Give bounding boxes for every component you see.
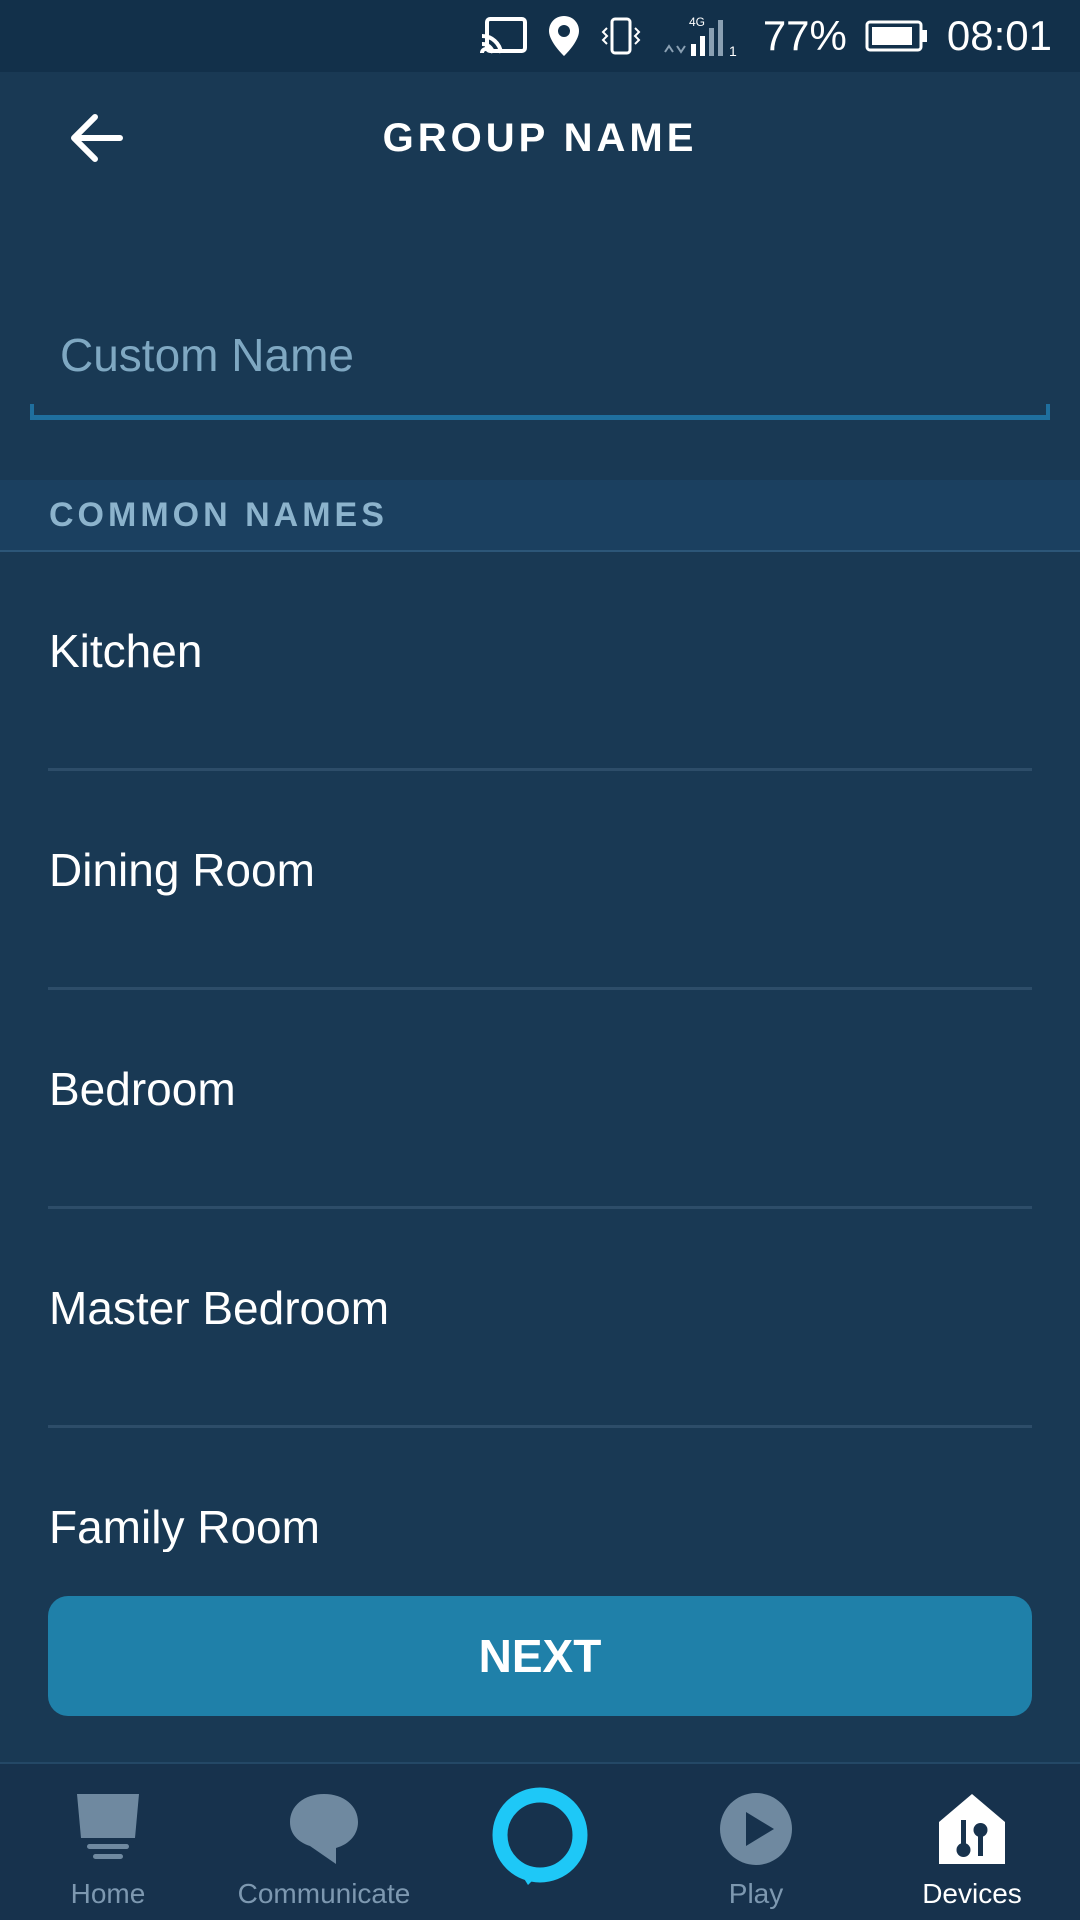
network-type-label: 4G [689, 15, 705, 29]
location-icon [547, 14, 581, 58]
cast-icon [479, 16, 529, 56]
chat-bubble-icon [288, 1790, 360, 1868]
nav-item-home[interactable]: Home [0, 1764, 216, 1920]
nav-label: Devices [922, 1878, 1022, 1909]
section-title: COMMON NAMES [49, 495, 388, 534]
nav-item-communicate[interactable]: Communicate [216, 1764, 432, 1920]
list-item-kitchen[interactable]: Kitchen [48, 552, 1032, 771]
next-button[interactable]: NEXT [48, 1596, 1032, 1716]
clock: 08:01 [946, 12, 1052, 59]
nav-item-devices[interactable]: Devices [864, 1764, 1080, 1920]
nav-label: Home [70, 1878, 146, 1909]
custom-name-field [30, 300, 1050, 420]
battery-icon [865, 19, 929, 53]
list-item-bedroom[interactable]: Bedroom [48, 990, 1032, 1209]
nav-item-alexa[interactable] [432, 1764, 648, 1920]
list-item-label: Bedroom [49, 1063, 236, 1115]
custom-name-input[interactable] [30, 300, 1050, 410]
bottom-nav: Home Communicate Play Devices [0, 1762, 1080, 1920]
signal-icon: 4G 1 [661, 14, 745, 58]
list-item-dining-room[interactable]: Dining Room [48, 771, 1032, 990]
vibrate-icon [599, 16, 643, 56]
list-item-master-bedroom[interactable]: Master Bedroom [48, 1209, 1032, 1428]
nav-label: Play [728, 1878, 784, 1909]
input-underline [30, 404, 1050, 420]
alexa-ring-icon [488, 1782, 592, 1892]
nav-label: Communicate [237, 1878, 411, 1909]
devices-icon [937, 1790, 1007, 1868]
list-item-label: Master Bedroom [49, 1282, 390, 1334]
common-names-header: COMMON NAMES [0, 480, 1080, 552]
sim-slot-label: 1 [729, 43, 737, 58]
list-item-family-room[interactable]: Family Room [48, 1428, 1032, 1552]
common-names-list: Kitchen Dining Room Bedroom Master Bedro… [0, 552, 1080, 1552]
page-title: GROUP NAME [382, 115, 698, 160]
battery-percent: 77% [762, 12, 847, 59]
status-bar: 4G 1 77% 08:01 [0, 0, 1080, 72]
home-icon [73, 1790, 143, 1868]
list-item-label: Dining Room [49, 844, 315, 896]
app-header: GROUP NAME [0, 72, 1080, 204]
play-icon [719, 1790, 793, 1868]
list-item-label: Family Room [49, 1501, 320, 1552]
back-button[interactable] [60, 110, 132, 170]
nav-item-play[interactable]: Play [648, 1764, 864, 1920]
list-item-label: Kitchen [49, 625, 203, 677]
arrow-left-icon [69, 113, 123, 168]
